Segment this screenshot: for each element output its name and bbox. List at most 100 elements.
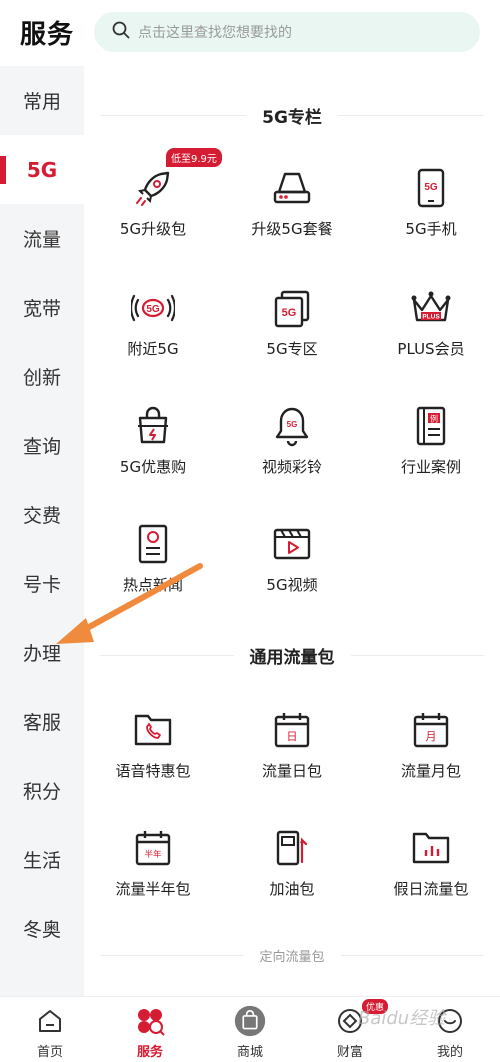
grid-item-label: 加油包 xyxy=(269,880,315,898)
tab-label: 商城 xyxy=(236,1045,263,1060)
sidebar-item-label: 客服 xyxy=(22,712,61,734)
section-title-directed-data: 定向流量包 xyxy=(84,940,500,970)
service-icon xyxy=(134,1005,166,1037)
tab-label: 我的 xyxy=(436,1045,463,1060)
sidebar-item-life[interactable]: 生活 xyxy=(0,825,84,894)
tab-label: 服务 xyxy=(136,1045,163,1060)
sidebar-item-winter-olympics[interactable]: 冬奥 xyxy=(0,894,84,963)
svg-text:5G: 5G xyxy=(282,307,297,319)
grid-item-voice-pack[interactable]: 语音特惠包 xyxy=(84,708,222,798)
grid-item-plus-member[interactable]: PLUS PLUS会员 xyxy=(362,286,500,376)
sidebar-item-label: 冬奥 xyxy=(22,919,61,941)
sidebar-item-points[interactable]: 积分 xyxy=(0,756,84,825)
grid-item-label: 语音特惠包 xyxy=(115,762,191,780)
sidebar-item-label: 号卡 xyxy=(22,574,61,596)
search-icon xyxy=(112,21,130,43)
calendar-day-icon: 日 xyxy=(270,708,314,752)
grid-item-5g-phone[interactable]: 5G 5G手机 xyxy=(362,166,500,256)
crown-icon: PLUS xyxy=(409,286,453,330)
router-icon xyxy=(270,166,314,210)
sidebar-item-query[interactable]: 查询 xyxy=(0,411,84,480)
grid-item-5g-zone[interactable]: 5G 5G专区 xyxy=(223,286,361,376)
home-icon xyxy=(34,1005,66,1037)
grid-item-upgrade-5g-plan[interactable]: 升级5G套餐 xyxy=(223,166,361,256)
sidebar-item-broadband[interactable]: 宽带 xyxy=(0,273,84,342)
header: 服务 点击这里查找您想要找的 xyxy=(0,0,500,66)
phone-5g-icon: 5G xyxy=(409,166,453,210)
page-title: 服务 xyxy=(20,20,75,50)
tab-home[interactable]: 首页 xyxy=(0,997,100,1062)
sidebar-item-label: 生活 xyxy=(22,850,61,872)
calendar-month-icon: 月 xyxy=(409,708,453,752)
fuel-icon xyxy=(270,826,314,870)
svg-text:PLUS: PLUS xyxy=(422,314,440,321)
shopping-bag-icon xyxy=(131,404,175,448)
sidebar-item-label: 5G xyxy=(26,157,58,182)
calendar-halfyear-icon: 半年 xyxy=(131,826,175,870)
grid-item-booster-pack[interactable]: 加油包 xyxy=(223,826,361,916)
grid-item-nearby-5g[interactable]: 5G 附近5G xyxy=(84,286,222,376)
book-icon: 例 xyxy=(409,404,453,448)
search-placeholder: 点击这里查找您想要找的 xyxy=(138,25,292,41)
grid-item-half-year-data-pack[interactable]: 半年 流量半年包 xyxy=(84,826,222,916)
chart-folder-icon xyxy=(409,826,453,870)
tab-shop[interactable]: 商城 xyxy=(200,997,300,1062)
grid-item-5g-upgrade-pack[interactable]: 低至9.9元 5G升级包 xyxy=(84,148,222,256)
sidebar-item-payment[interactable]: 交费 xyxy=(0,480,84,549)
grid-item-label: 假日流量包 xyxy=(393,880,469,898)
shop-bag-icon xyxy=(234,1005,266,1037)
phone-folder-icon xyxy=(131,708,175,752)
grid-item-label: 5G升级包 xyxy=(119,220,187,238)
grid-item-5g-discount-shop[interactable]: 5G优惠购 xyxy=(84,404,222,494)
sidebar-item-common[interactable]: 常用 xyxy=(0,66,84,135)
grid-item-holiday-data-pack[interactable]: 假日流量包 xyxy=(362,826,500,916)
grid-item-label: PLUS会员 xyxy=(397,340,465,358)
rocket-icon xyxy=(131,166,175,210)
grid-item-label: 升级5G套餐 xyxy=(251,220,333,238)
grid-item-label: 流量半年包 xyxy=(115,880,191,898)
grid-item-label: 行业案例 xyxy=(400,458,461,476)
sidebar-item-innovation[interactable]: 创新 xyxy=(0,342,84,411)
grid-item-label: 5G专区 xyxy=(266,340,318,358)
watermark-logo: Baidu经验 xyxy=(358,1008,446,1029)
sidebar-item-label: 交费 xyxy=(22,505,61,527)
sidebar-item-data[interactable]: 流量 xyxy=(0,204,84,273)
sidebar-item-5g[interactable]: 5G xyxy=(0,135,84,204)
main-content: 5G专栏 低至9.9元 5G升级包 升级5G套餐 5G 5G手机 5G 附近5G… xyxy=(84,66,500,996)
promo-badge: 低至9.9元 xyxy=(166,148,222,167)
video-icon xyxy=(270,522,314,566)
sidebar-item-customer-service[interactable]: 客服 xyxy=(0,687,84,756)
svg-text:月: 月 xyxy=(426,730,437,743)
grid-item-monthly-data-pack[interactable]: 月 流量月包 xyxy=(362,708,500,798)
svg-text:半年: 半年 xyxy=(144,849,162,860)
news-icon xyxy=(131,522,175,566)
sidebar-item-sim-card[interactable]: 号卡 xyxy=(0,549,84,618)
sidebar-item-label: 宽带 xyxy=(22,298,61,320)
signal-5g-icon: 5G xyxy=(131,286,175,330)
section-title-5g: 5G专栏 xyxy=(84,100,500,130)
svg-text:例: 例 xyxy=(430,414,438,424)
tab-service[interactable]: 服务 xyxy=(100,997,200,1062)
svg-text:日: 日 xyxy=(287,730,298,743)
svg-text:5G: 5G xyxy=(146,304,160,315)
grid-item-label: 5G优惠购 xyxy=(119,458,187,476)
grid-item-industry-cases[interactable]: 例 行业案例 xyxy=(362,404,500,494)
tab-label: 财富 xyxy=(336,1045,363,1060)
grid-item-video-ringtone[interactable]: 5G 视频彩铃 xyxy=(223,404,361,494)
sidebar-item-label: 积分 xyxy=(22,781,61,803)
grid-item-hot-news[interactable]: 热点新闻 xyxy=(84,522,222,612)
grid-item-5g-video[interactable]: 5G视频 xyxy=(223,522,361,612)
grid-item-label: 流量月包 xyxy=(400,762,461,780)
search-bar[interactable]: 点击这里查找您想要找的 xyxy=(94,12,480,52)
zone-5g-icon: 5G xyxy=(270,286,314,330)
sidebar-item-handle[interactable]: 办理 xyxy=(0,618,84,687)
grid-item-daily-data-pack[interactable]: 日 流量日包 xyxy=(223,708,361,798)
sidebar-item-label: 流量 xyxy=(22,229,61,251)
sidebar-item-label: 查询 xyxy=(22,436,61,458)
grid-item-label: 5G视频 xyxy=(266,576,318,594)
grid-item-label: 5G手机 xyxy=(405,220,457,238)
grid-item-label: 附近5G xyxy=(127,340,179,358)
grid-item-label: 热点新闻 xyxy=(122,576,183,594)
section-title-general-data: 通用流量包 xyxy=(84,640,500,670)
tab-label: 首页 xyxy=(36,1045,63,1060)
